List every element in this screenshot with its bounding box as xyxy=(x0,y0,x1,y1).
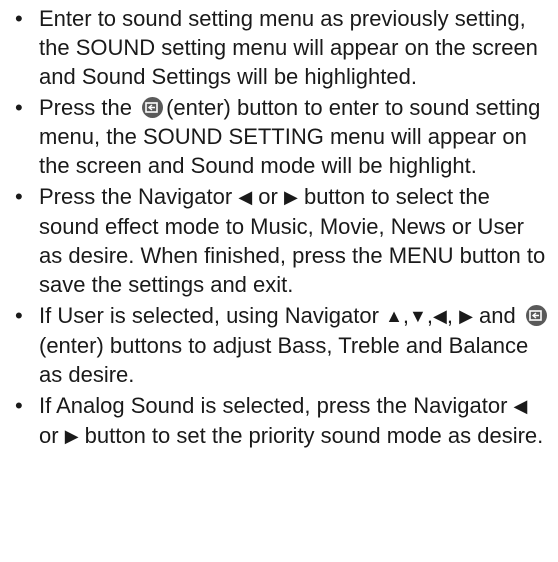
enter-button-icon xyxy=(525,305,547,326)
bullet-marker: • xyxy=(15,393,23,418)
right-arrow-icon: ▶ xyxy=(64,426,79,446)
bullet-marker: • xyxy=(15,6,23,31)
item-text: button to set the priority sound mode as… xyxy=(84,423,544,448)
right-arrow-icon: ▶ xyxy=(283,187,298,207)
list-item: • Enter to sound setting menu as previou… xyxy=(0,4,558,91)
instruction-list: • Enter to sound setting menu as previou… xyxy=(0,0,558,451)
item-text: or xyxy=(258,184,278,209)
enter-button-icon xyxy=(142,97,164,118)
item-text: or xyxy=(39,423,59,448)
bullet-marker: • xyxy=(15,303,23,328)
right-arrow-icon: ▶ xyxy=(459,306,473,326)
separator: , xyxy=(446,303,453,328)
left-arrow-icon: ◀ xyxy=(238,187,253,207)
item-text: If Analog Sound is selected, press the N… xyxy=(39,393,508,418)
item-text: Press the xyxy=(39,95,132,120)
list-item: • If Analog Sound is selected, press the… xyxy=(0,391,558,451)
item-text: and xyxy=(479,303,516,328)
instruction-document: • Enter to sound setting menu as previou… xyxy=(0,0,558,562)
left-arrow-icon: ◀ xyxy=(513,396,528,416)
bullet-marker: • xyxy=(15,95,23,120)
up-arrow-icon: ▲ xyxy=(385,306,403,326)
list-item: • Press the Navigator ◀ or ▶ button to s… xyxy=(0,182,558,299)
item-text: Press the Navigator xyxy=(39,184,233,209)
item-text: If User is selected, using Navigator xyxy=(39,303,379,328)
list-item: • If User is selected, using Navigator ▲… xyxy=(0,301,558,389)
down-arrow-icon: ▼ xyxy=(409,306,427,326)
item-text: Enter to sound setting menu as previousl… xyxy=(39,6,538,89)
bullet-marker: • xyxy=(15,184,23,209)
left-arrow-icon: ◀ xyxy=(432,306,447,326)
list-item: • Press the (enter) button to enter to s… xyxy=(0,93,558,180)
item-text: (enter) buttons to adjust Bass, Treble a… xyxy=(39,333,529,387)
